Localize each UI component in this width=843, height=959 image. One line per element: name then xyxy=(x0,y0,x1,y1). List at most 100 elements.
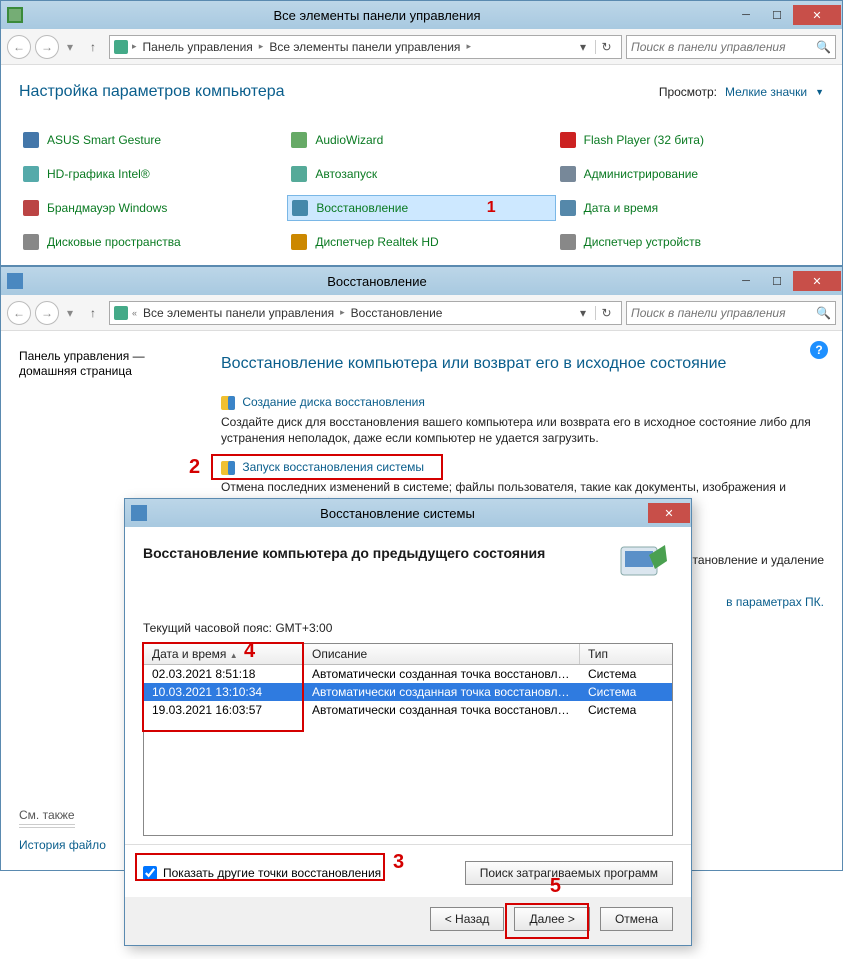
breadcrumb-item[interactable]: Все элементы панели управления xyxy=(267,40,462,54)
column-header-description[interactable]: Описание xyxy=(304,644,580,664)
scan-affected-programs-button[interactable]: Поиск затрагиваемых программ xyxy=(465,861,673,885)
breadcrumb-item[interactable]: Восстановление xyxy=(349,306,445,320)
forward-button[interactable]: → xyxy=(35,301,59,325)
flash-icon xyxy=(560,132,576,148)
up-button[interactable]: ↑ xyxy=(81,301,105,325)
address-dropdown[interactable]: ▾ xyxy=(575,306,591,320)
cp-item-date-time[interactable]: Дата и время xyxy=(556,195,824,221)
minimize-button[interactable]: ─ xyxy=(731,5,761,25)
chevron-right-icon[interactable]: ▸ xyxy=(259,41,264,52)
view-value[interactable]: Мелкие значки xyxy=(725,85,807,99)
cp-item-label: Автозапуск xyxy=(315,167,377,181)
back-button[interactable]: ← xyxy=(7,301,31,325)
cp-item-device-manager[interactable]: Диспетчер устройств xyxy=(556,229,824,255)
cp-item-label: Дата и время xyxy=(584,201,658,215)
help-icon[interactable]: ? xyxy=(810,341,828,359)
clock-icon xyxy=(560,200,576,216)
forward-button[interactable]: → xyxy=(35,35,59,59)
pc-settings-link[interactable]: в параметрах ПК. xyxy=(726,595,824,609)
cell-description: Автоматически созданная точка восстановл… xyxy=(304,683,580,701)
cell-type: Система xyxy=(580,701,672,719)
search-input[interactable] xyxy=(631,306,816,320)
address-bar[interactable]: ▸ Панель управления ▸ Все элементы панел… xyxy=(109,35,622,59)
table-row[interactable]: 10.03.2021 13:10:34 Автоматически создан… xyxy=(144,683,672,701)
table-header: Дата и время ▲ Описание Тип xyxy=(144,644,672,665)
timezone-label: Текущий часовой пояс: GMT+3:00 xyxy=(143,621,673,635)
cp-item-recovery[interactable]: Восстановление 1 xyxy=(287,195,555,221)
cp-item-flash-player[interactable]: Flash Player (32 бита) xyxy=(556,127,824,153)
page-title: Настройка параметров компьютера xyxy=(19,83,285,101)
up-button[interactable]: ↑ xyxy=(81,35,105,59)
start-system-restore-link[interactable]: Запуск восстановления системы xyxy=(242,460,424,474)
chevron-right-icon[interactable]: ▸ xyxy=(466,41,471,52)
titlebar[interactable]: Восстановление системы ✕ xyxy=(125,499,691,527)
cp-item-storage-spaces[interactable]: Дисковые пространства xyxy=(19,229,287,255)
breadcrumb-item[interactable]: Все элементы панели управления xyxy=(141,306,336,320)
location-icon xyxy=(114,40,128,54)
maximize-button[interactable]: ☐ xyxy=(762,5,792,25)
search-icon[interactable]: 🔍 xyxy=(816,306,831,320)
create-recovery-disk-link[interactable]: Создание диска восстановления xyxy=(242,395,425,409)
cp-item-firewall[interactable]: Брандмауэр Windows xyxy=(19,195,287,221)
cp-item-realtek[interactable]: Диспетчер Realtek HD xyxy=(287,229,555,255)
chevron-down-icon[interactable]: ▼ xyxy=(815,87,824,97)
address-dropdown[interactable]: ▾ xyxy=(575,40,591,54)
recovery-icon xyxy=(292,200,308,216)
restore-points-table[interactable]: 4 Дата и время ▲ Описание Тип 02.03.2021… xyxy=(143,643,673,836)
device-icon xyxy=(560,234,576,250)
cp-item-admin-tools[interactable]: Администрирование xyxy=(556,161,824,187)
close-button[interactable]: ✕ xyxy=(793,271,841,291)
control-panel-window: Все элементы панели управления ─ ☐ ✕ ← →… xyxy=(0,0,843,266)
cp-item-hd-graphics[interactable]: HD-графика Intel® xyxy=(19,161,287,187)
table-row[interactable]: 19.03.2021 16:03:57 Автоматически создан… xyxy=(144,701,672,719)
nav-history-dropdown[interactable]: ▾ xyxy=(63,35,77,59)
refresh-button[interactable]: ↻ xyxy=(595,306,617,320)
search-input[interactable] xyxy=(631,40,816,54)
cp-item-audiowizard[interactable]: AudioWizard xyxy=(287,127,555,153)
column-header-type[interactable]: Тип xyxy=(580,644,672,664)
toolbar: ← → ▾ ↑ ▸ Панель управления ▸ Все элемен… xyxy=(1,29,842,65)
cp-item-autorun[interactable]: Автозапуск xyxy=(287,161,555,187)
cancel-button[interactable]: Отмена xyxy=(600,907,673,931)
table-body[interactable]: 02.03.2021 8:51:18 Автоматически созданн… xyxy=(144,665,672,835)
breadcrumb-item[interactable]: Панель управления xyxy=(141,40,255,54)
sidebar-home-link[interactable]: Панель управления — xyxy=(19,349,211,363)
address-bar[interactable]: « Все элементы панели управления ▸ Восст… xyxy=(109,301,622,325)
cp-item-label: Брандмауэр Windows xyxy=(47,201,167,215)
close-button[interactable]: ✕ xyxy=(648,503,690,523)
cp-item-asus-smart-gesture[interactable]: ASUS Smart Gesture xyxy=(19,127,287,153)
view-selector[interactable]: Просмотр: Мелкие значки ▼ xyxy=(659,85,824,99)
titlebar[interactable]: Все элементы панели управления ─ ☐ ✕ xyxy=(1,1,842,29)
shield-icon xyxy=(221,396,235,410)
annotation-marker: 5 xyxy=(550,875,561,898)
search-icon[interactable]: 🔍 xyxy=(816,40,831,54)
close-button[interactable]: ✕ xyxy=(793,5,841,25)
chevron-right-icon[interactable]: ▸ xyxy=(132,41,137,52)
cell-description: Автоматически созданная точка восстановл… xyxy=(304,701,580,719)
search-box[interactable]: 🔍 xyxy=(626,35,836,59)
search-box[interactable]: 🔍 xyxy=(626,301,836,325)
back-button[interactable]: ← xyxy=(7,35,31,59)
table-row[interactable]: 02.03.2021 8:51:18 Автоматически созданн… xyxy=(144,665,672,683)
show-more-restore-points-checkbox[interactable]: Показать другие точки восстановления xyxy=(143,866,381,880)
next-button[interactable]: Далее > xyxy=(514,907,590,931)
chevron-left-icon[interactable]: « xyxy=(132,308,137,318)
cell-date: 10.03.2021 13:10:34 xyxy=(144,683,304,701)
refresh-button[interactable]: ↻ xyxy=(595,40,617,54)
sidebar-home-link[interactable]: домашняя страница xyxy=(19,364,211,378)
cp-item-label: ASUS Smart Gesture xyxy=(47,133,161,147)
checkbox-input[interactable] xyxy=(143,866,157,880)
titlebar[interactable]: Восстановление ─ ☐ ✕ xyxy=(1,267,842,295)
maximize-button[interactable]: ☐ xyxy=(762,271,792,291)
chevron-right-icon[interactable]: ▸ xyxy=(340,307,345,318)
nav-history-dropdown[interactable]: ▾ xyxy=(63,301,77,325)
firewall-icon xyxy=(23,200,39,216)
column-header-date[interactable]: Дата и время ▲ xyxy=(144,644,304,664)
back-button[interactable]: < Назад xyxy=(430,907,505,931)
minimize-button[interactable]: ─ xyxy=(731,271,761,291)
recovery-disk-description: Создайте диск для восстановления вашего … xyxy=(221,414,824,446)
cp-item-label: Дисковые пространства xyxy=(47,235,181,249)
window-title: Все элементы панели управления xyxy=(23,8,731,23)
window-title: Восстановление xyxy=(23,274,731,289)
app-icon xyxy=(23,132,39,148)
